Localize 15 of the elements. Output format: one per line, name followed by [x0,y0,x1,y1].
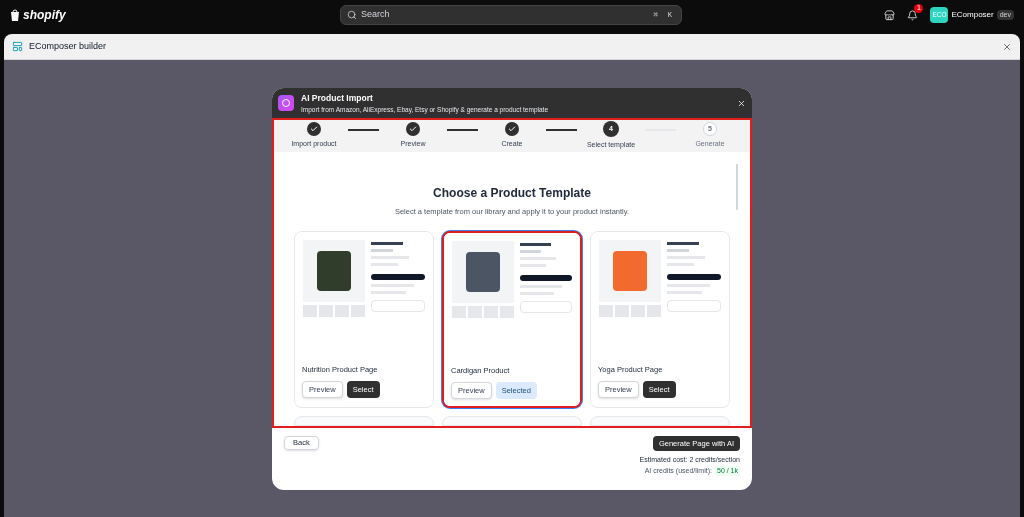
store-icon[interactable] [884,9,896,21]
notification-bell-icon[interactable] [907,9,919,21]
modal-title: AI Product Import [301,91,374,105]
store-name: EComposer [951,9,994,21]
brand-logo[interactable]: shopify [23,6,66,24]
app-icon [12,41,23,52]
section-heading: Choose a Product Template [433,185,591,202]
search-icon [347,10,357,20]
shopping-bag-icon [10,9,20,21]
window-title: EComposer builder [29,39,107,53]
app-logo-icon [278,95,294,111]
close-icon[interactable] [1002,41,1012,52]
scrollbar-thumb[interactable] [736,164,738,210]
search-input[interactable]: Search [361,8,647,22]
close-icon[interactable] [737,98,746,108]
